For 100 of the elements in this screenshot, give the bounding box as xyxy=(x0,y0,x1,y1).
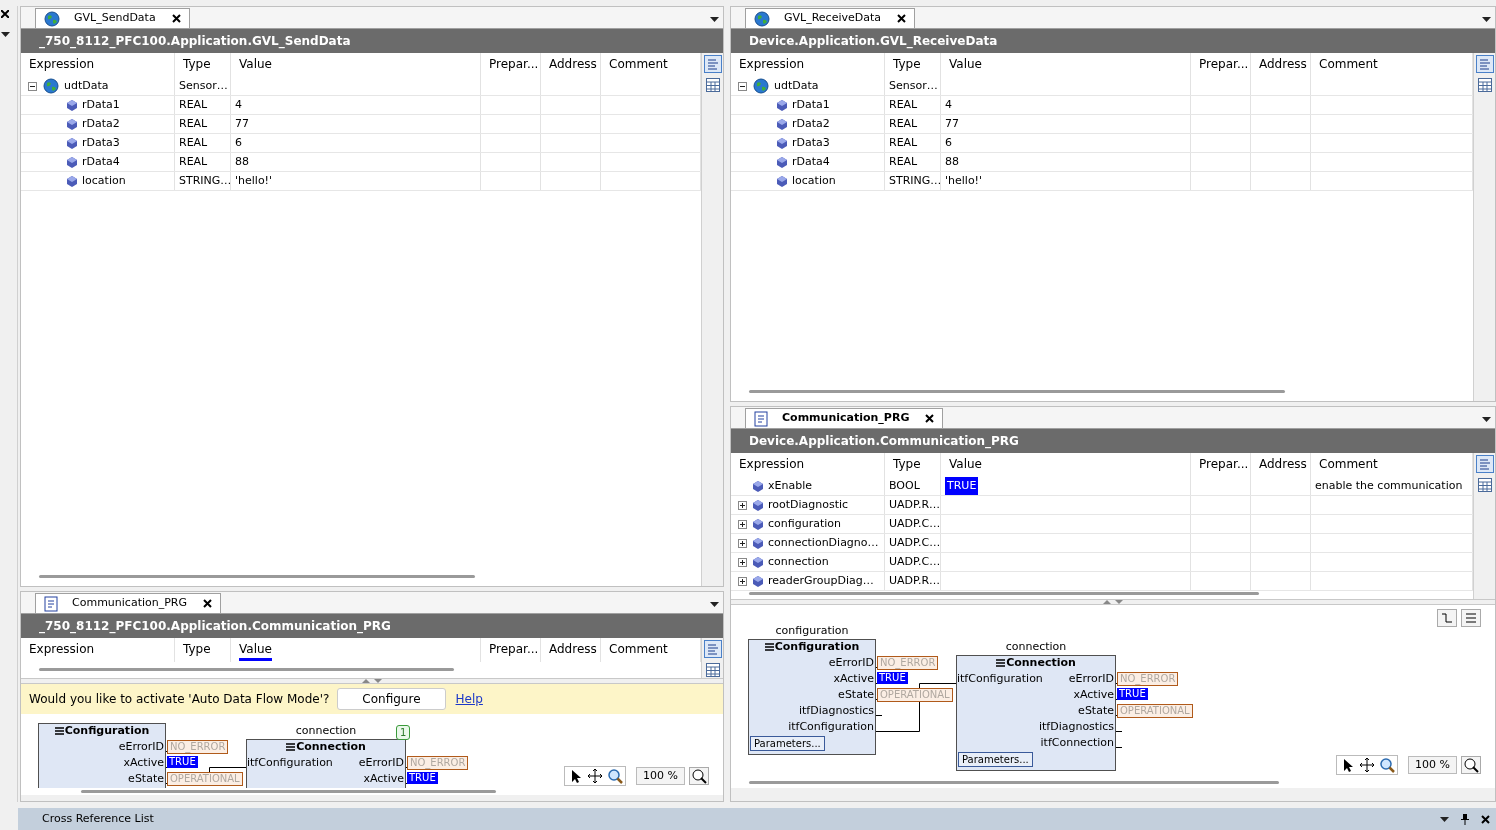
table-cell-text: 77 xyxy=(235,116,249,132)
grid-view-icon[interactable] xyxy=(704,662,721,678)
table-cell-text: 77 xyxy=(945,116,959,132)
close-icon[interactable] xyxy=(171,14,181,23)
variable-icon xyxy=(777,175,787,187)
dropdown-caret-icon[interactable] xyxy=(1,32,10,37)
expander-icon[interactable] xyxy=(737,538,747,548)
column-header[interactable]: Expression xyxy=(29,54,95,76)
column-header[interactable]: Address xyxy=(549,54,597,76)
grid-view-icon[interactable] xyxy=(1476,77,1493,93)
column-header[interactable]: Prepar... xyxy=(1199,454,1249,476)
column-header[interactable]: Value xyxy=(239,54,272,76)
close-icon[interactable] xyxy=(1481,814,1490,824)
close-icon[interactable] xyxy=(897,14,906,23)
column-header[interactable]: Expression xyxy=(739,454,805,476)
zoom-level-field[interactable]: 100 % xyxy=(636,767,685,785)
function-block[interactable] xyxy=(38,723,166,788)
input-pin-label: itfConfiguration xyxy=(957,671,1043,687)
menu-icon[interactable] xyxy=(286,743,296,751)
dropdown-caret-icon[interactable] xyxy=(710,17,719,22)
dropdown-caret-icon[interactable] xyxy=(1482,17,1491,22)
column-header[interactable]: Type xyxy=(893,454,921,476)
block-type-title: Connection xyxy=(296,739,366,755)
zoom-level-field[interactable]: 100 % xyxy=(1408,756,1457,774)
splitter-handle[interactable] xyxy=(21,678,723,684)
column-header[interactable]: Type xyxy=(893,54,921,76)
pin-icon[interactable] xyxy=(1461,813,1469,825)
expander-icon[interactable] xyxy=(27,81,37,91)
horizontal-scrollbar[interactable] xyxy=(81,790,496,793)
document-tab[interactable]: GVL_ReceiveData xyxy=(745,8,915,28)
horizontal-scrollbar[interactable] xyxy=(749,592,1259,595)
list-view-icon[interactable] xyxy=(1475,455,1494,473)
horizontal-scrollbar[interactable] xyxy=(39,668,454,671)
column-header[interactable]: Expression xyxy=(739,54,805,76)
table-cell-text: readerGroupDiag… xyxy=(768,572,874,589)
horizontal-scrollbar[interactable] xyxy=(39,575,475,578)
column-header[interactable]: Comment xyxy=(1319,54,1378,76)
document-tab[interactable]: Communication_PRG xyxy=(35,593,221,613)
parameters-button[interactable]: Parameters... xyxy=(958,752,1033,767)
help-link[interactable]: Help xyxy=(455,690,483,708)
dropdown-caret-icon[interactable] xyxy=(1482,417,1491,422)
variable-icon xyxy=(777,99,787,111)
table-cell-text: connection xyxy=(768,553,829,570)
column-header[interactable]: Prepar... xyxy=(489,54,539,76)
parameters-button[interactable]: Parameters... xyxy=(750,736,825,751)
configure-button[interactable]: Configure xyxy=(337,688,446,710)
output-pin-label: eState xyxy=(838,687,874,703)
column-header[interactable]: Address xyxy=(1259,54,1307,76)
close-icon[interactable] xyxy=(925,414,935,423)
list-view-icon[interactable] xyxy=(703,640,722,658)
grid-view-icon[interactable] xyxy=(704,77,721,93)
grid-view-icon[interactable] xyxy=(1476,477,1493,493)
column-header[interactable]: Address xyxy=(1259,454,1307,476)
expander-icon[interactable] xyxy=(737,576,747,586)
horizontal-scrollbar[interactable] xyxy=(749,390,1285,393)
column-header[interactable]: Prepar... xyxy=(489,639,539,661)
output-pin-label: itfDiagnostics xyxy=(798,703,874,719)
expander-icon[interactable] xyxy=(737,519,747,529)
menu-icon[interactable] xyxy=(764,643,774,651)
dropdown-caret-icon[interactable] xyxy=(710,602,719,607)
execution-order-badge: 1 xyxy=(396,725,411,740)
column-header[interactable]: Value xyxy=(239,639,272,661)
document-tab[interactable]: Communication_PRG xyxy=(745,408,944,428)
function-block[interactable] xyxy=(956,655,1116,771)
table-cell-text: rData3 xyxy=(82,134,120,151)
zoom-fit-icon[interactable] xyxy=(1461,756,1481,774)
menu-icon[interactable] xyxy=(996,659,1006,667)
zoom-fit-icon[interactable] xyxy=(689,767,709,785)
table-cell-text: 'hello!' xyxy=(235,173,273,189)
online-value: OPERATIONAL xyxy=(1117,704,1193,718)
column-header[interactable]: Prepar... xyxy=(1199,54,1249,76)
output-pin-label: xActive xyxy=(833,671,874,687)
list-view-icon[interactable] xyxy=(1475,55,1494,73)
column-header[interactable]: Type xyxy=(183,639,211,661)
dropdown-caret-icon[interactable] xyxy=(1440,816,1449,822)
splitter-handle[interactable] xyxy=(731,599,1495,605)
column-header[interactable]: Value xyxy=(949,454,982,476)
table-cell: TRUE xyxy=(945,477,979,495)
close-icon[interactable] xyxy=(203,599,212,608)
column-header[interactable]: Value xyxy=(949,54,982,76)
column-header[interactable]: Comment xyxy=(609,54,668,76)
column-header[interactable]: Expression xyxy=(29,639,95,661)
variable-icon xyxy=(67,156,77,168)
object-path-title: Device.Application.GVL_ReceiveData xyxy=(749,33,998,50)
expander-icon[interactable] xyxy=(737,500,747,510)
document-tab[interactable]: GVL_SendData xyxy=(35,8,190,28)
instance-name: configuration xyxy=(775,623,849,639)
column-header[interactable]: Address xyxy=(549,639,597,661)
function-block[interactable] xyxy=(246,739,406,788)
close-icon[interactable] xyxy=(1,10,9,18)
column-header[interactable]: Comment xyxy=(609,639,668,661)
function-block[interactable] xyxy=(748,639,876,755)
horizontal-scrollbar[interactable] xyxy=(749,781,1279,784)
column-header[interactable]: Type xyxy=(183,54,211,76)
column-header[interactable]: Comment xyxy=(1319,454,1378,476)
menu-icon[interactable] xyxy=(54,727,64,735)
expander-icon[interactable] xyxy=(737,81,747,91)
routing-icon[interactable] xyxy=(1437,609,1457,627)
expander-icon[interactable] xyxy=(737,557,747,567)
list-view-icon[interactable] xyxy=(703,55,722,73)
